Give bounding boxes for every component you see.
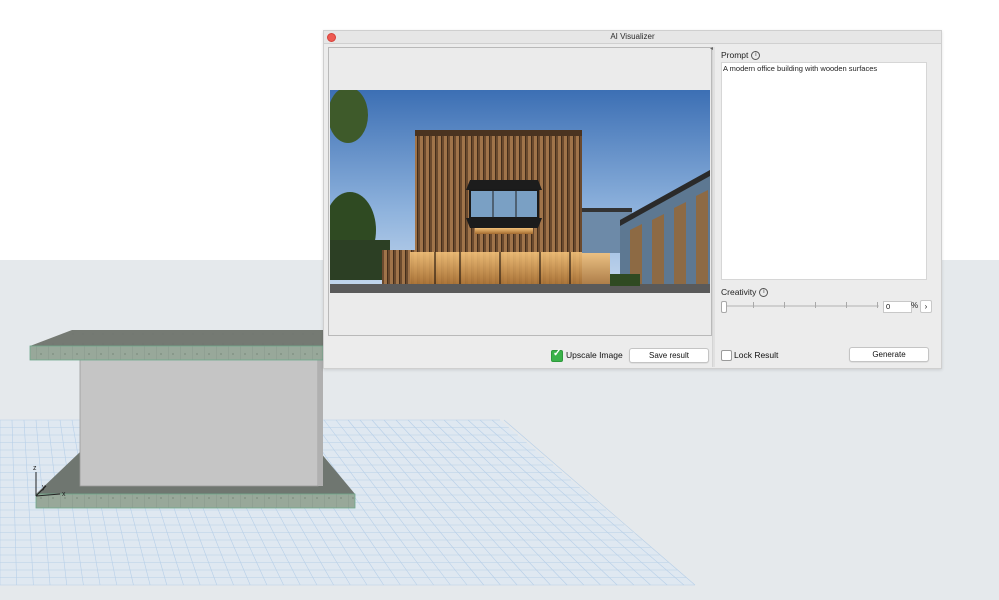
window-titlebar[interactable]: AI Visualizer [324,31,941,44]
info-icon[interactable]: i [759,288,769,298]
axis-x-label: x [62,491,66,498]
building-mass [79,357,323,487]
upscale-image-checkbox[interactable]: ✓ [551,348,563,362]
window-title: AI Visualizer [610,32,655,41]
slider-tick [846,302,847,308]
ai-visualizer-window[interactable]: AI Visualizer ◂ ✓ Upscale Image Save res… [323,30,942,369]
creativity-label-row: Creativity i [721,287,769,298]
slider-tick [877,302,878,308]
creativity-slider-thumb[interactable] [721,301,727,313]
splitter-arrow-icon[interactable]: ◂ [710,45,713,52]
prompt-label-row: Prompt i [721,50,761,61]
upscale-image-label[interactable]: Upscale Image [566,350,623,361]
generated-building-image [330,90,710,293]
checkmark-icon: ✓ [553,348,562,359]
lock-result-checkbox[interactable] [721,350,732,361]
info-icon[interactable]: i [751,51,761,61]
close-window-button[interactable] [327,33,336,42]
slider-tick [784,302,785,308]
creativity-value-input[interactable]: 0 [883,301,912,313]
prompt-label: Prompt [721,50,749,60]
generate-button[interactable]: Generate [849,347,929,362]
creativity-label: Creativity [721,287,757,297]
upper-slab [29,330,324,361]
slider-tick [815,302,816,308]
prompt-textarea[interactable]: A modern office building with wooden sur… [721,62,927,280]
creativity-stepper-button[interactable]: › [920,300,932,313]
lock-result-label[interactable]: Lock Result [734,350,778,361]
render-preview-pane [328,47,712,336]
pane-splitter[interactable] [712,47,715,367]
save-result-button[interactable]: Save result [629,348,709,363]
slider-tick [753,302,754,308]
creativity-slider[interactable] [723,305,879,307]
percent-unit: % [911,301,919,310]
axis-y-label: y [42,484,46,491]
axis-z-label: z [33,465,37,472]
